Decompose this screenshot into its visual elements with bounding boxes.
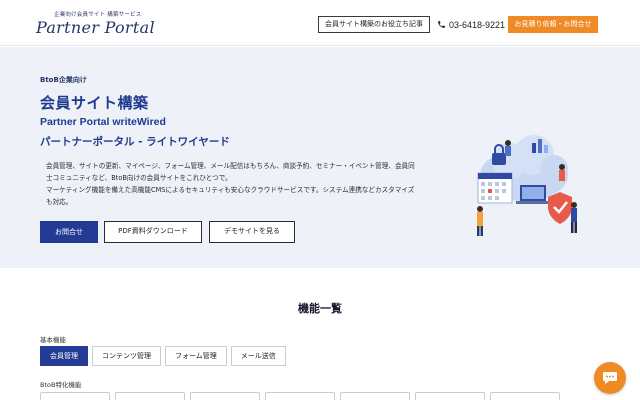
chat-button[interactable] xyxy=(594,362,626,394)
hero-description: 会員管理、サイトの更新、マイページ、フォーム管理、メール配信はもちろん、商談予約… xyxy=(46,160,442,208)
btob-feature-tab[interactable] xyxy=(40,392,110,400)
demo-site-button[interactable]: デモサイトを見る xyxy=(209,221,295,243)
tab-mail-sending[interactable]: メール送信 xyxy=(230,346,286,366)
btob-feature-tab[interactable] xyxy=(265,392,335,400)
logo-tagline: 企業向け会員サイト 構築サービス xyxy=(54,12,142,18)
phone-number[interactable]: 03-6418-9221 xyxy=(437,16,505,33)
hero-description-line: 会員管理、サイトの更新、マイページ、フォーム管理、メール配信はもちろん、商談予約… xyxy=(46,162,415,170)
btob-features-label: BtoB特化機能 xyxy=(40,381,82,389)
hero-title: 会員サイト構築 xyxy=(40,94,149,112)
pdf-download-button[interactable]: PDF資料ダウンロード xyxy=(104,221,202,243)
chat-icon xyxy=(603,372,617,384)
features-title: 機能一覧 xyxy=(298,302,342,315)
quote-contact-button[interactable]: お見積り依頼・お問合せ xyxy=(508,16,598,33)
site-logo[interactable]: 企業向け会員サイト 構築サービス Partner Portal xyxy=(36,10,155,40)
tab-form-management[interactable]: フォーム管理 xyxy=(165,346,227,366)
hero-section: BtoB企業向け 会員サイト構築 Partner Portal writeWir… xyxy=(0,47,640,268)
hero-description-line: 士コミュニティなど、BtoB向けの会員サイトをこれひとつで。 xyxy=(46,174,232,182)
tab-content-management[interactable]: コンテンツ管理 xyxy=(92,346,161,366)
logo-text: Partner Portal xyxy=(36,18,155,37)
blog-articles-button[interactable]: 会員サイト構築のお役立ち記事 xyxy=(318,16,430,33)
basic-features-label: 基本機能 xyxy=(40,336,66,344)
hero-description-line: マーケティング機能を備えた高機能CMSによるセキュリティも安心なクラウドサービス… xyxy=(46,186,415,194)
phone-text: 03-6418-9221 xyxy=(449,19,506,30)
btob-feature-tab[interactable] xyxy=(115,392,185,400)
hero-subtitle-ja: パートナーポータル - ライトワイヤード xyxy=(40,136,230,148)
btob-feature-tab[interactable] xyxy=(340,392,410,400)
cloud-security-illustration xyxy=(477,135,577,236)
hero-eyebrow: BtoB企業向け xyxy=(40,76,87,84)
site-header: 企業向け会員サイト 構築サービス Partner Portal 会員サイト構築の… xyxy=(0,0,640,46)
basic-features-tabs: 会員管理 コンテンツ管理 フォーム管理 メール送信 xyxy=(40,346,286,366)
contact-button[interactable]: お問合せ xyxy=(40,221,98,243)
phone-icon xyxy=(438,21,445,28)
btob-feature-tab[interactable] xyxy=(490,392,560,400)
tab-member-management[interactable]: 会員管理 xyxy=(40,346,88,366)
btob-features-tabs xyxy=(40,392,560,400)
btob-feature-tab[interactable] xyxy=(190,392,260,400)
btob-feature-tab[interactable] xyxy=(415,392,485,400)
hero-subtitle-en: Partner Portal writeWired xyxy=(40,116,166,128)
hero-description-line: も対応。 xyxy=(46,198,73,206)
